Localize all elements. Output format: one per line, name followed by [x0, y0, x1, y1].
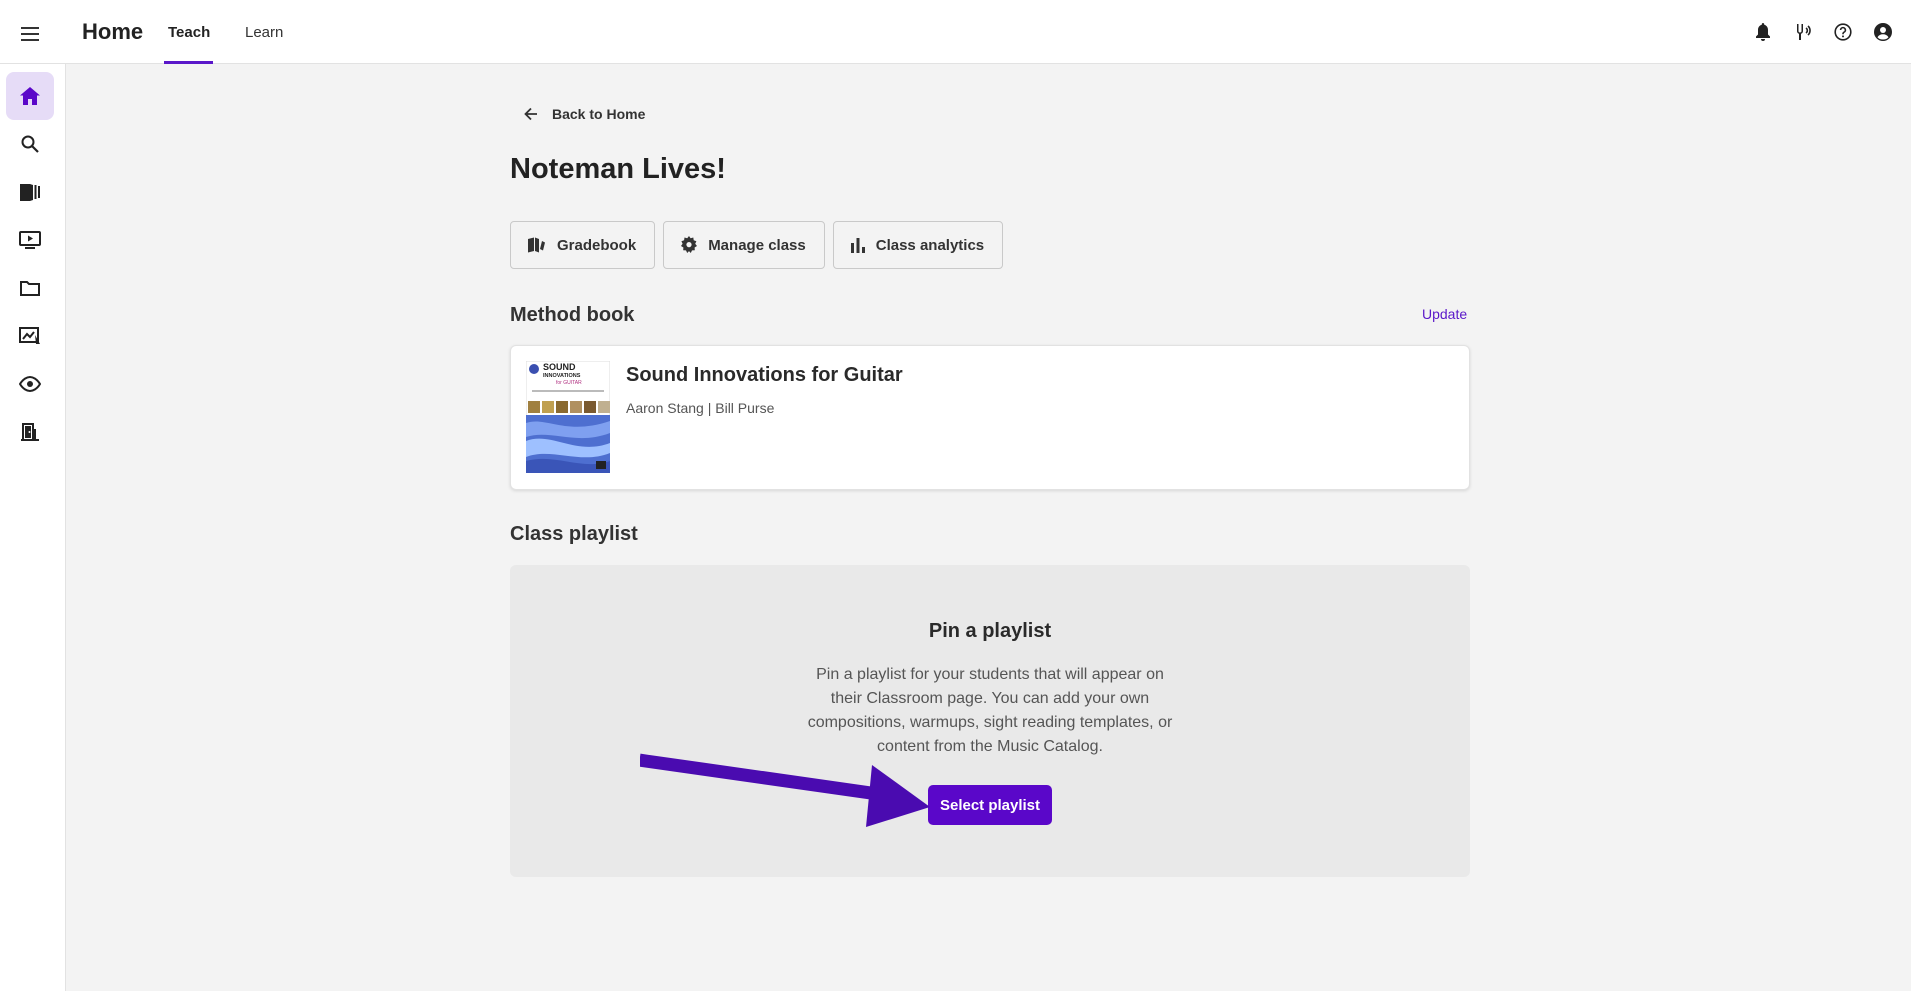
book-title: Sound Innovations for Guitar	[626, 364, 903, 386]
gear-icon	[681, 236, 698, 253]
top-bar: Home Teach Learn	[0, 0, 1911, 64]
video-icon	[19, 231, 41, 249]
class-analytics-button[interactable]: Class analytics	[832, 221, 1004, 269]
library-icon	[20, 184, 40, 201]
cover-title-line1: SOUND	[543, 362, 576, 372]
method-book-card[interactable]: SOUND INNOVATIONS for GUITAR Sound Innov…	[510, 345, 1470, 490]
book-authors: Aaron Stang | Bill Purse	[626, 400, 775, 416]
pin-playlist-title: Pin a playlist	[928, 620, 1052, 642]
tuning-fork-icon[interactable]	[1791, 20, 1815, 44]
sidebar-item-sight-reading[interactable]	[6, 312, 54, 360]
select-playlist-button[interactable]: Select playlist	[928, 785, 1052, 825]
cover-title-line2: INNOVATIONS	[543, 373, 581, 379]
cover-title-line3: for GUITAR	[556, 380, 582, 386]
class-actions: Gradebook Manage class Class analytics	[510, 221, 1004, 269]
back-to-home-label: Back to Home	[552, 106, 646, 122]
manage-class-button[interactable]: Manage class	[663, 221, 825, 269]
sidebar	[0, 64, 66, 991]
back-to-home-link[interactable]: Back to Home	[524, 106, 645, 122]
book-cover-image: SOUND INNOVATIONS for GUITAR	[526, 361, 610, 473]
class-playlist-heading: Class playlist	[510, 523, 638, 545]
sidebar-item-library[interactable]	[6, 168, 54, 216]
help-icon[interactable]	[1831, 20, 1855, 44]
sidebar-item-ear-training[interactable]	[6, 360, 54, 408]
annotation-arrow	[640, 753, 930, 827]
sidebar-item-videos[interactable]	[6, 216, 54, 264]
ear-icon	[19, 375, 41, 393]
sidebar-item-home[interactable]	[6, 72, 54, 120]
update-link[interactable]: Update	[1422, 306, 1467, 322]
tab-learn[interactable]: Learn	[245, 24, 283, 41]
account-icon[interactable]	[1871, 20, 1895, 44]
arrow-left-icon	[524, 107, 537, 121]
class-analytics-label: Class analytics	[875, 236, 985, 254]
method-book-heading: Method book	[510, 304, 635, 326]
manage-class-label: Manage class	[708, 236, 806, 254]
search-icon	[21, 135, 39, 153]
home-icon	[20, 87, 40, 105]
gradebook-button[interactable]: Gradebook	[510, 221, 656, 269]
sight-reading-icon	[19, 327, 40, 344]
door-icon	[21, 423, 39, 441]
active-tab-indicator	[164, 61, 213, 64]
sidebar-item-classroom[interactable]	[6, 408, 54, 456]
page-title: Noteman Lives!	[510, 153, 726, 185]
bar-chart-icon	[850, 238, 865, 253]
menu-icon[interactable]	[14, 18, 46, 50]
gradebook-label: Gradebook	[557, 236, 637, 254]
bell-icon[interactable]	[1751, 20, 1775, 44]
tab-teach[interactable]: Teach	[168, 24, 210, 41]
gradebook-icon	[528, 237, 545, 253]
folder-icon	[20, 281, 40, 296]
sidebar-item-folders[interactable]	[6, 264, 54, 312]
app-title: Home	[82, 19, 144, 44]
sidebar-item-search[interactable]	[6, 120, 54, 168]
header-actions	[1751, 20, 1895, 44]
